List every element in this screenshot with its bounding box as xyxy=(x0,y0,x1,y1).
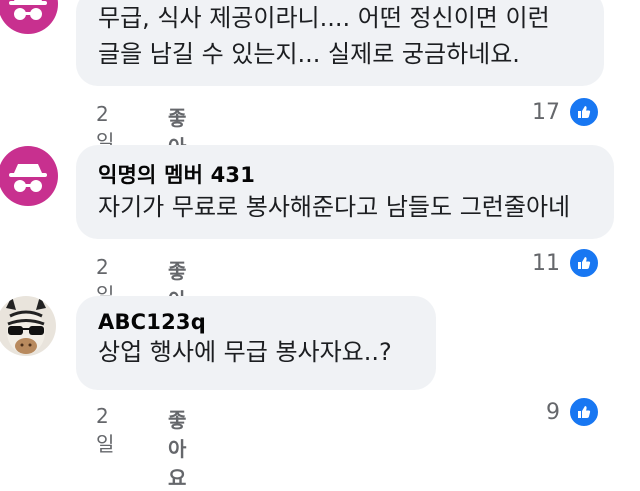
comment-text-line: 무급, 식사 제공이라니.... 어떤 정신이면 이런 xyxy=(98,4,550,32)
reaction-summary[interactable]: 17 xyxy=(532,96,600,128)
thumbs-up-icon xyxy=(568,96,600,128)
thumbs-up-icon xyxy=(568,396,600,428)
like-count: 9 xyxy=(546,399,560,425)
timestamp[interactable]: 2일 xyxy=(96,404,114,457)
reaction-summary[interactable]: 9 xyxy=(546,396,600,428)
comment-bubble: 익명의 멤버 431 자기가 무료로 봉사해준다고 남들도 그런줄아네 xyxy=(76,145,614,239)
like-count: 11 xyxy=(532,250,560,276)
anonymous-avatar[interactable] xyxy=(0,146,58,206)
like-button[interactable]: 좋아요 xyxy=(168,404,186,491)
anonymous-user-icon xyxy=(9,0,47,20)
comment-text-line: 자기가 무료로 봉사해준다고 남들도 그런줄아네 xyxy=(98,193,571,221)
thumbs-up-icon xyxy=(568,247,600,279)
reaction-summary[interactable]: 11 xyxy=(532,247,600,279)
comment-bubble: 무급, 식사 제공이라니.... 어떤 정신이면 이런 글을 남길 수 있는지.… xyxy=(76,0,604,86)
comment-text-line: 상업 행사에 무급 봉사자요..? xyxy=(98,338,392,366)
author-name[interactable]: 익명의 멤버 431 xyxy=(98,159,614,189)
comment-bubble: ABC123q 상업 행사에 무급 봉사자요..? xyxy=(76,296,436,390)
anonymous-avatar[interactable] xyxy=(0,0,58,34)
zebra-icon xyxy=(6,296,46,354)
anonymous-user-icon xyxy=(9,164,47,192)
zebra-sunglasses-avatar[interactable] xyxy=(0,296,56,356)
like-count: 17 xyxy=(532,99,560,125)
author-name[interactable]: ABC123q xyxy=(98,310,436,334)
comment-text-line: 글을 남길 수 있는지... 실제로 궁금하네요. xyxy=(98,40,520,68)
